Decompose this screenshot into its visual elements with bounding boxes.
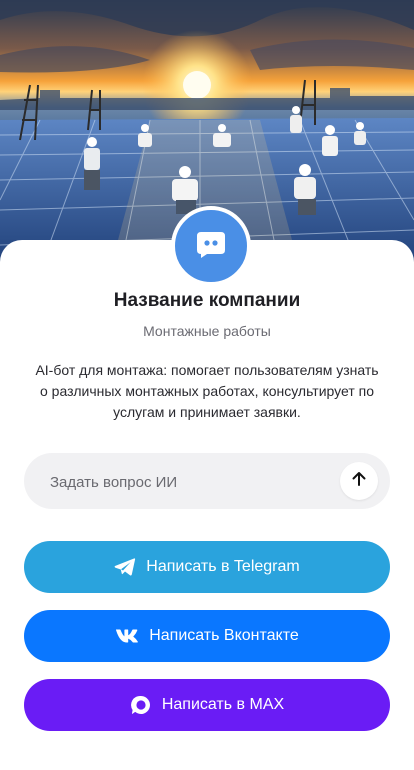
ask-ai-field	[24, 453, 390, 511]
company-avatar	[171, 206, 251, 286]
company-category: Монтажные работы	[143, 323, 271, 339]
send-button[interactable]	[340, 462, 378, 500]
company-description: AI-бот для монтажа: помогает пользовател…	[35, 362, 379, 420]
telegram-button-label: Написать в Telegram	[146, 558, 300, 575]
vkontakte-button[interactable]: Написать Вконтакте	[24, 610, 390, 662]
ask-ai-input[interactable]	[48, 453, 342, 511]
max-button[interactable]: Написать в MAX	[24, 679, 390, 731]
company-name: Название компании	[113, 290, 301, 311]
max-button-label: Написать в MAX	[161, 696, 285, 713]
max-icon	[130, 694, 152, 716]
telegram-button[interactable]: Написать в Telegram	[24, 541, 390, 593]
vkontakte-button-label: Написать Вконтакте	[149, 627, 299, 644]
chat-bot-icon	[193, 226, 229, 267]
arrow-up-icon	[350, 470, 368, 493]
telegram-icon	[114, 557, 136, 577]
vk-icon	[115, 628, 139, 644]
